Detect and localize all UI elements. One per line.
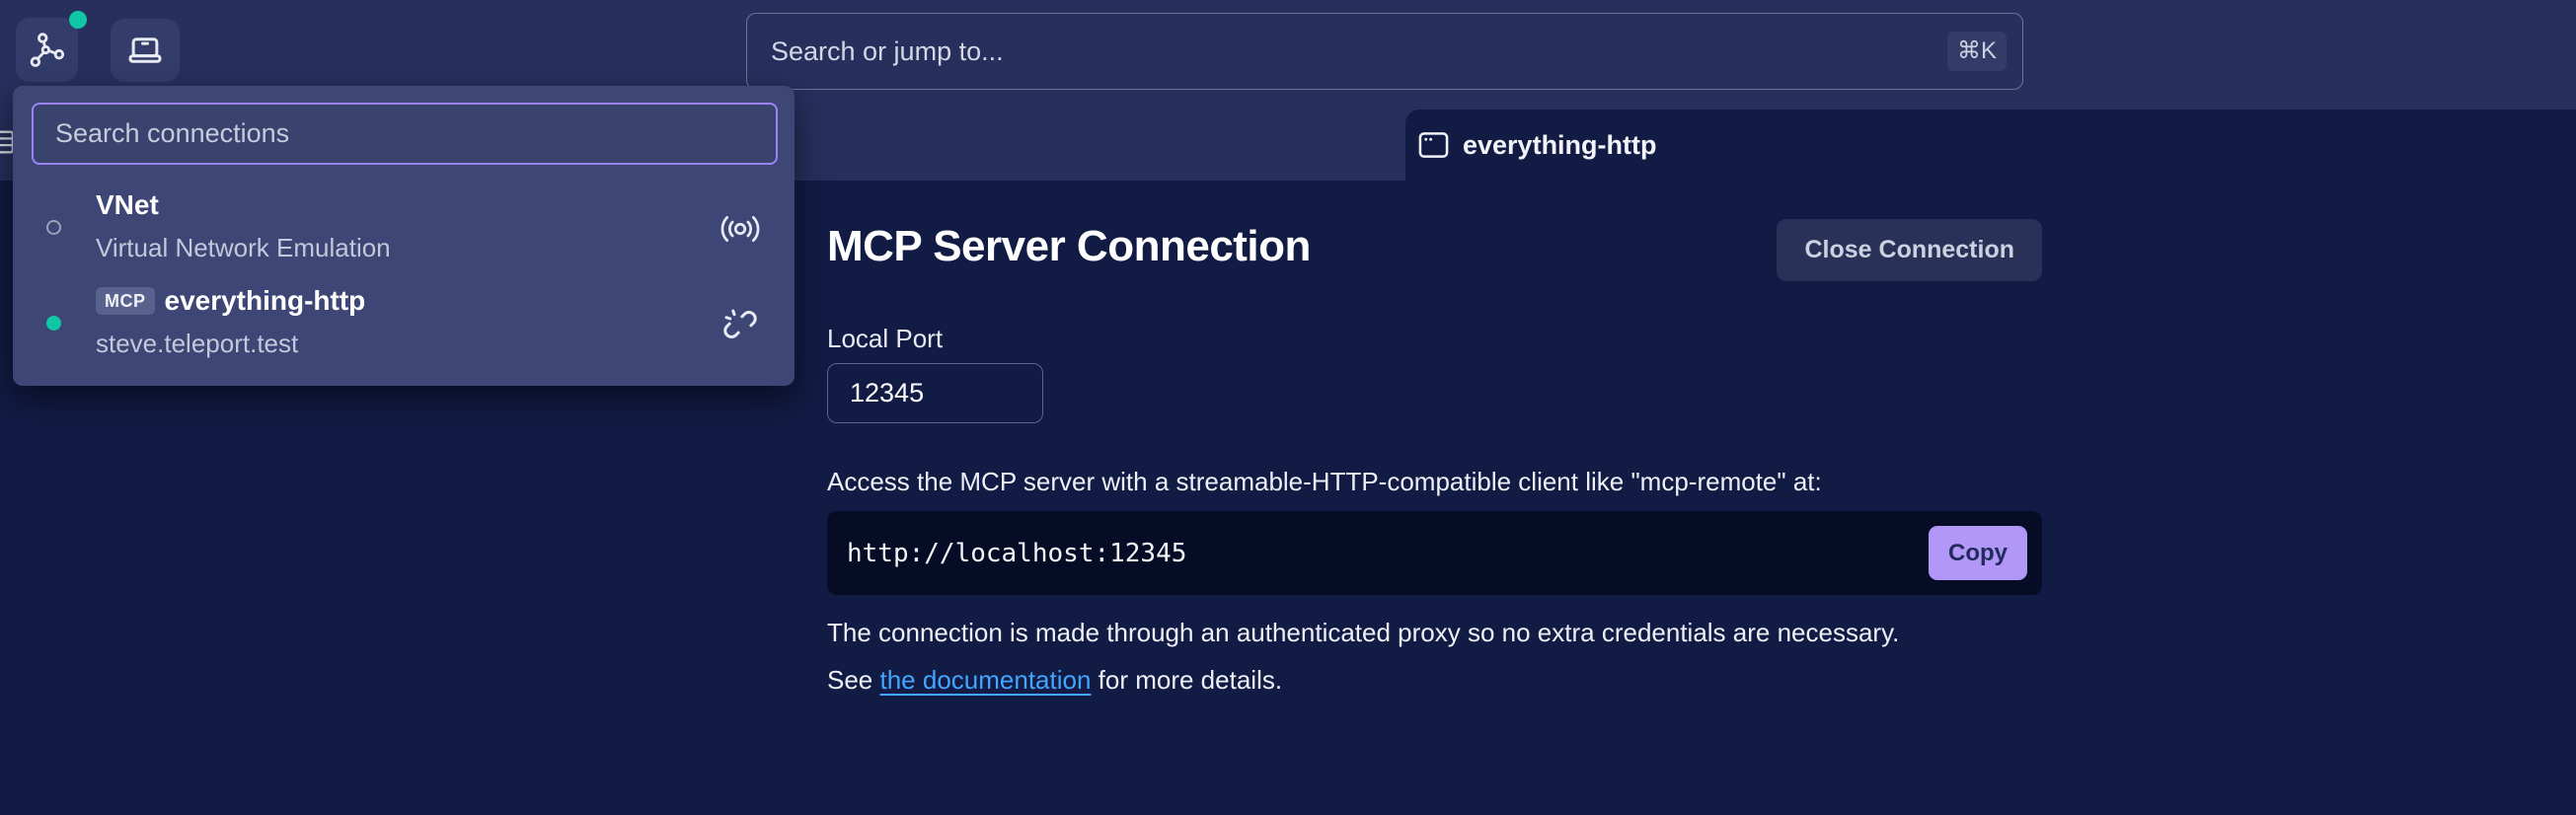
page-title: MCP Server Connection xyxy=(827,222,1311,270)
documentation-note: See the documentation for more details. xyxy=(827,665,1282,696)
app-window: ⌘K everything-http MCP Server Connection… xyxy=(0,0,2576,815)
window-icon xyxy=(1418,131,1449,159)
proxy-note-text: The connection is made through an authen… xyxy=(827,618,1900,647)
note-see-text: See xyxy=(827,665,880,695)
tab-label: everything-http xyxy=(1463,129,1657,160)
server-url-codeblock: http://localhost:12345 Copy xyxy=(827,511,2042,595)
connections-active-dot xyxy=(69,11,87,29)
status-dot-online xyxy=(46,316,61,331)
connection-title: VNet xyxy=(96,189,159,220)
connection-item-vnet[interactable]: VNet Virtual Network Emulation xyxy=(13,184,795,274)
documentation-link[interactable]: the documentation xyxy=(880,665,1092,695)
global-search-bar: ⌘K xyxy=(746,13,2023,90)
global-search-input[interactable] xyxy=(747,14,1947,89)
local-port-input[interactable] xyxy=(827,363,1043,423)
local-port-label: Local Port xyxy=(827,324,944,353)
connection-subtitle: steve.teleport.test xyxy=(96,329,299,358)
close-connection-button[interactable]: Close Connection xyxy=(1777,219,2042,281)
broadcast-icon[interactable] xyxy=(717,209,764,249)
status-dot-offline xyxy=(46,220,61,235)
laptop-icon xyxy=(125,31,165,70)
network-cluster-icon xyxy=(29,32,66,69)
tab-everything-http[interactable]: everything-http xyxy=(1405,110,2576,181)
connection-subtitle: Virtual Network Emulation xyxy=(96,233,391,262)
connections-button[interactable] xyxy=(16,18,78,82)
copy-button[interactable]: Copy xyxy=(1929,526,2027,580)
server-url-text: http://localhost:12345 xyxy=(847,538,1187,568)
local-machine-button[interactable] xyxy=(111,19,180,82)
disconnect-icon[interactable] xyxy=(717,305,764,344)
connection-title: everything-http xyxy=(164,285,366,316)
connection-item-everything-http[interactable]: MCP everything-http steve.teleport.test xyxy=(13,279,795,370)
shortcut-badge: ⌘K xyxy=(1946,32,2007,71)
mcp-badge: MCP xyxy=(96,287,155,315)
note-rest-text: for more details. xyxy=(1091,665,1283,695)
connections-dropdown-panel: VNet Virtual Network Emulation MCP every… xyxy=(13,86,795,386)
access-instructions-text: Access the MCP server with a streamable-… xyxy=(827,467,1822,496)
connections-search-input[interactable] xyxy=(32,103,778,165)
